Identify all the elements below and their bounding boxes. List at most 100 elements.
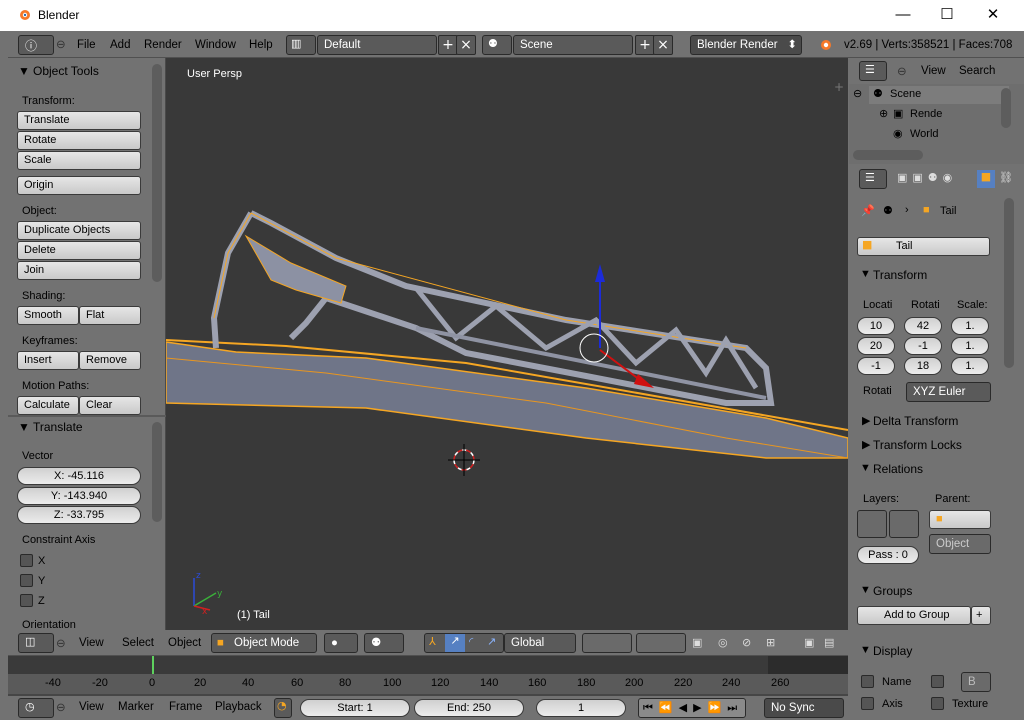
- timeline-track[interactable]: [8, 656, 848, 674]
- display-panel-title[interactable]: Display: [873, 644, 912, 658]
- panel-collapse-icon[interactable]: ▼: [18, 64, 30, 78]
- translate-button[interactable]: Translate: [17, 111, 141, 130]
- collapse-menu-icon[interactable]: ⊖: [897, 64, 907, 78]
- rotate-manipulator-icon[interactable]: ◜: [469, 635, 473, 648]
- translate-operator-title[interactable]: Translate: [33, 420, 83, 434]
- outliner-item-world[interactable]: World: [910, 128, 939, 140]
- duplicate-objects-button[interactable]: Duplicate Objects: [17, 221, 141, 240]
- scene-name-field[interactable]: Scene: [513, 35, 633, 55]
- expand-icon[interactable]: ⊕: [879, 107, 888, 120]
- panel-collapse-icon[interactable]: ▼: [860, 462, 871, 474]
- object-name-field[interactable]: Tail: [857, 237, 990, 256]
- scale-z-field[interactable]: 1.: [951, 357, 989, 375]
- menu-search[interactable]: Search: [959, 65, 995, 77]
- editor-type-button[interactable]: ⓘ: [18, 35, 54, 55]
- rotate-button[interactable]: Rotate: [17, 131, 141, 150]
- location-x-field[interactable]: 10: [857, 317, 895, 335]
- current-frame-field[interactable]: 1: [536, 699, 626, 717]
- object-context-icon[interactable]: ■: [977, 170, 995, 188]
- display-texture-checkbox[interactable]: [931, 697, 944, 710]
- remove-keyframe-button[interactable]: Remove: [79, 351, 141, 370]
- menu-playback[interactable]: Playback: [215, 701, 262, 713]
- constraint-z-checkbox[interactable]: [20, 594, 33, 607]
- object-tools-title[interactable]: Object Tools: [33, 64, 99, 78]
- calculate-button[interactable]: Calculate: [17, 396, 79, 415]
- outliner-item-render[interactable]: Rende: [910, 108, 942, 120]
- insert-keyframe-button[interactable]: Insert: [17, 351, 79, 370]
- menu-marker[interactable]: Marker: [118, 701, 154, 713]
- display-axis-checkbox[interactable]: [861, 697, 874, 710]
- vector-z-field[interactable]: Z: -33.795: [17, 506, 141, 524]
- panel-expand-icon[interactable]: ▶: [862, 438, 870, 451]
- editor-type-button[interactable]: ☰: [859, 61, 887, 81]
- proportional-edit-icon[interactable]: ◎: [718, 636, 728, 649]
- transform-panel-title[interactable]: Transform: [873, 268, 927, 282]
- menu-view[interactable]: View: [79, 701, 104, 713]
- layer-grid-2[interactable]: [889, 510, 919, 538]
- menu-view[interactable]: View: [921, 65, 946, 77]
- toolshelf-scrollbar[interactable]: [152, 64, 162, 282]
- layout-selector-button[interactable]: ▥: [286, 35, 316, 55]
- menu-view[interactable]: View: [79, 637, 104, 649]
- current-frame-line[interactable]: [152, 656, 154, 674]
- render-engine-dropdown[interactable]: Blender Render ⬍: [690, 35, 802, 55]
- properties-scrollbar[interactable]: [1004, 198, 1014, 368]
- outliner-item-scene[interactable]: Scene: [890, 88, 921, 100]
- menu-window[interactable]: Window: [195, 39, 236, 51]
- vector-y-field[interactable]: Y: -143.940: [17, 487, 141, 505]
- render-icon[interactable]: ▣: [804, 636, 814, 649]
- prev-key-icon[interactable]: ⏪: [659, 701, 679, 714]
- 3d-viewport[interactable]: User Persp + z y x (1) Tail: [166, 58, 848, 630]
- transform-orientation-dropdown[interactable]: Global: [504, 633, 576, 653]
- editor-type-button[interactable]: ◫: [18, 633, 54, 653]
- smooth-button[interactable]: Smooth: [17, 306, 79, 325]
- constraints-context-icon[interactable]: ⛓: [999, 171, 1013, 184]
- pass-index-field[interactable]: Pass : 0: [857, 546, 919, 564]
- groups-panel-title[interactable]: Groups: [873, 584, 912, 598]
- translate-manipulator-icon[interactable]: ↗: [445, 634, 465, 652]
- editor-type-button[interactable]: ◷: [18, 698, 54, 718]
- manipulator-group[interactable]: ⅄ ↗ ◜ ↗: [424, 633, 504, 653]
- add-scene-button[interactable]: +: [635, 35, 655, 55]
- snap-icon[interactable]: ⊘: [742, 636, 751, 649]
- outliner-hscrollbar[interactable]: [853, 150, 923, 160]
- add-to-group-button[interactable]: Add to Group: [857, 606, 971, 625]
- rotation-mode-dropdown[interactable]: XYZ Euler: [906, 382, 991, 402]
- operator-scrollbar[interactable]: [152, 422, 162, 522]
- menu-frame[interactable]: Frame: [169, 701, 202, 713]
- rotation-y-field[interactable]: -1: [904, 337, 942, 355]
- parent-type-dropdown[interactable]: Object: [929, 534, 991, 554]
- new-group-button[interactable]: +: [971, 606, 991, 625]
- expand-icon[interactable]: ⊖: [853, 87, 862, 100]
- join-button[interactable]: Join: [17, 261, 141, 280]
- panel-expand-icon[interactable]: ▶: [862, 414, 870, 427]
- rotation-z-field[interactable]: 18: [904, 357, 942, 375]
- remove-layout-button[interactable]: ×: [456, 35, 476, 55]
- maximize-button[interactable]: ☐: [932, 4, 962, 26]
- jump-end-icon[interactable]: ⏭: [727, 701, 743, 714]
- delete-button[interactable]: Delete: [17, 241, 141, 260]
- panel-collapse-icon[interactable]: ▼: [860, 644, 871, 656]
- scale-x-field[interactable]: 1.: [951, 317, 989, 335]
- z-arrow-icon[interactable]: [595, 264, 605, 282]
- end-frame-field[interactable]: End: 250: [414, 699, 524, 717]
- manipulator-toggle-icon[interactable]: ⅄: [429, 635, 436, 648]
- preview-range-button[interactable]: ◔: [274, 698, 292, 718]
- collapse-menu-icon[interactable]: ⊖: [56, 37, 66, 51]
- scene-layers-1[interactable]: [582, 633, 632, 653]
- next-key-icon[interactable]: ⏩: [708, 701, 728, 714]
- display-bounds-checkbox[interactable]: [931, 675, 944, 688]
- add-layout-button[interactable]: +: [438, 35, 458, 55]
- close-button[interactable]: ✕: [978, 4, 1008, 26]
- constraint-x-checkbox[interactable]: [20, 554, 33, 567]
- play-icon[interactable]: ▶: [693, 701, 707, 714]
- constraint-y-checkbox[interactable]: [20, 574, 33, 587]
- collapse-menu-icon[interactable]: ⊖: [56, 700, 66, 714]
- viewport-shading-dropdown[interactable]: ●: [324, 633, 358, 653]
- relations-panel-title[interactable]: Relations: [873, 462, 923, 476]
- remove-scene-button[interactable]: ×: [653, 35, 673, 55]
- panel-collapse-icon[interactable]: ▼: [860, 584, 871, 596]
- scene-layers-2[interactable]: [636, 633, 686, 653]
- location-z-field[interactable]: -1: [857, 357, 895, 375]
- jump-start-icon[interactable]: ⏮: [643, 701, 659, 714]
